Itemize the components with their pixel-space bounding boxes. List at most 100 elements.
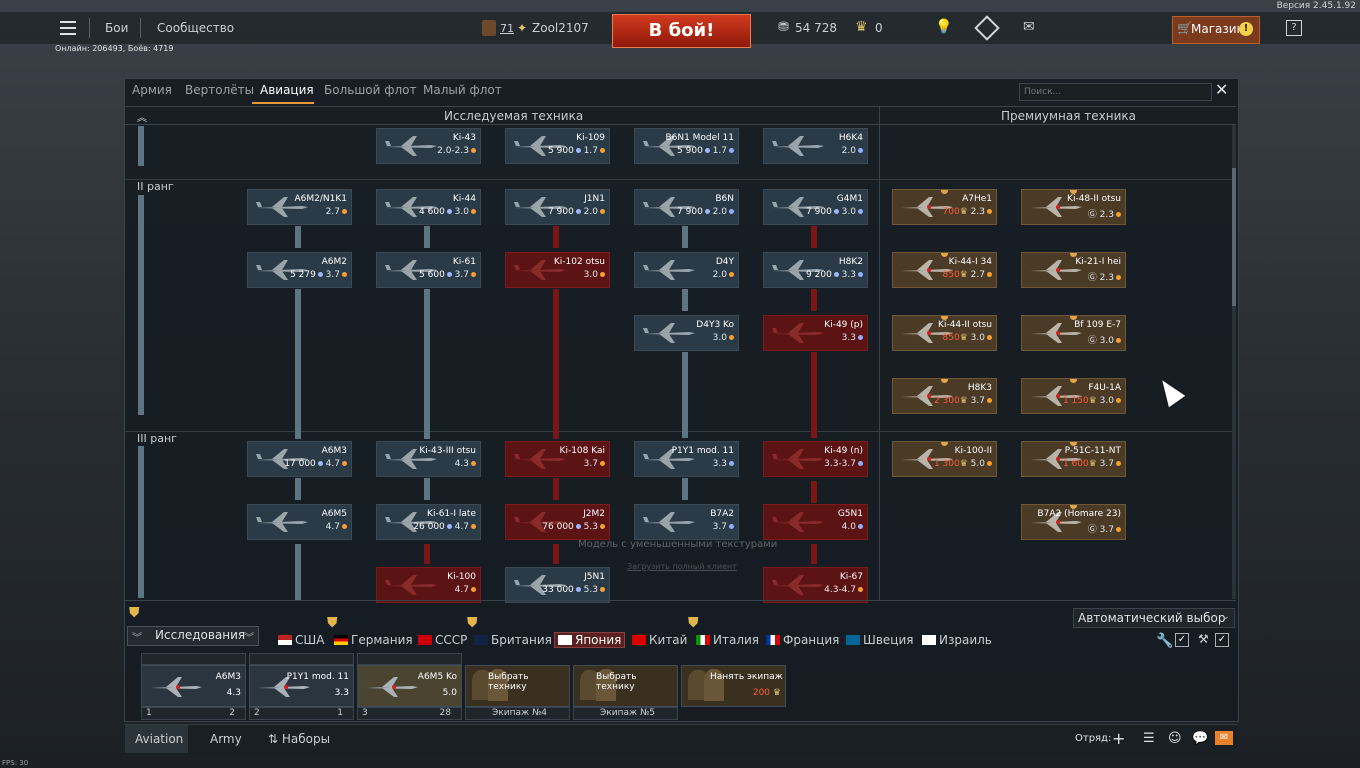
tab-helicopters[interactable]: Вертолёты [185, 83, 254, 97]
check-icon[interactable]: ✓ [1175, 633, 1189, 647]
vehicle-card[interactable]: Ki-44 4 600 3.0 [376, 189, 481, 225]
premium-vehicle-card[interactable]: B7A2 (Homare 23) Ⓖ 3.7 [1021, 504, 1126, 540]
tab-coastal-fleet[interactable]: Малый флот [423, 83, 502, 97]
vehicle-card[interactable]: H8K2 9 200 3.3 [763, 252, 868, 288]
scrollbar-thumb[interactable] [1232, 168, 1236, 306]
player-name[interactable]: Zool2107 [532, 21, 589, 35]
avatar[interactable] [482, 20, 496, 36]
wrench-icon[interactable]: 🔧 [1156, 633, 1173, 649]
vehicle-card[interactable]: Ki-61 5 600 3.7 [376, 252, 481, 288]
shop-button[interactable]: 🛒 Магазин ! [1172, 16, 1260, 44]
premium-vehicle-card[interactable]: A7He1 700♛ 2.3 [892, 189, 997, 225]
country-tab[interactable]: Британия [474, 633, 552, 647]
search-input[interactable]: Поиск... [1019, 83, 1212, 101]
vehicle-card[interactable]: Ki-108 Kai 3.7 [505, 441, 610, 477]
vehicle-name: Ki-44-II otsu [938, 320, 992, 330]
presets-button[interactable]: ⇅ Наборы [268, 732, 330, 746]
country-tab[interactable]: СССР [418, 633, 467, 647]
battle-button[interactable]: В бой! [612, 14, 751, 48]
crew-slot[interactable]: Выбрать технику [573, 665, 678, 707]
crew-slot[interactable]: A6M3 4.3 [141, 665, 246, 707]
premium-vehicle-card[interactable]: Bf 109 E-7 Ⓖ 3.0 [1021, 315, 1126, 351]
premium-vehicle-card[interactable]: Ki-44-II otsu 850♛ 3.0 [892, 315, 997, 351]
vehicle-name: Ki-61 [452, 257, 476, 267]
flag-icon [558, 635, 572, 645]
vehicle-card[interactable]: B7A2 3.7 [634, 504, 739, 540]
vehicle-card[interactable]: B6N1 Model 11 5 900 1.7 [634, 128, 739, 164]
menu-icon[interactable] [60, 21, 76, 35]
premium-vehicle-card[interactable]: P-51C-11-NT 1 600♛ 3.7 [1021, 441, 1126, 477]
premium-vehicle-card[interactable]: F4U-1A 1 150♛ 3.0 [1021, 378, 1126, 414]
country-tab[interactable]: Китай [632, 633, 687, 647]
vehicle-card[interactable]: Ki-43 2.0-2.3 [376, 128, 481, 164]
vehicle-card[interactable]: A6M2/N1K1 2.7 [247, 189, 352, 225]
country-tab[interactable]: США [278, 633, 324, 647]
close-icon[interactable]: ✕ [1215, 80, 1228, 99]
crew-slot[interactable]: A6M5 Ko 5.0 [357, 665, 462, 707]
vehicle-card[interactable]: D4Y 2.0 [634, 252, 739, 288]
vehicle-card[interactable]: Ki-102 otsu 3.0 [505, 252, 610, 288]
help-icon[interactable]: ? [1286, 20, 1302, 36]
download-full-client-link[interactable]: Загрузить полный клиент [627, 562, 737, 571]
crew-slot[interactable]: Выбрать технику [465, 665, 570, 707]
tab-aviation-preset[interactable]: Aviation [125, 725, 188, 753]
nav-battles[interactable]: Бои [105, 21, 128, 35]
vehicle-card[interactable]: Ki-109 5 900 1.7 [505, 128, 610, 164]
coupon-icon[interactable]: ✉ [1023, 19, 1035, 35]
vehicle-card[interactable]: Ki-43-III otsu 4.3 [376, 441, 481, 477]
vehicle-card[interactable]: P1Y1 mod. 11 3.3 [634, 441, 739, 477]
vehicle-card[interactable]: Ki-61-I late 26 000 4.7 [376, 504, 481, 540]
tab-army-preset[interactable]: Army [210, 732, 242, 746]
repair-all-icon[interactable]: ⚒ [1198, 632, 1209, 646]
vehicle-card[interactable]: B6N 7 900 2.0 [634, 189, 739, 225]
slot-br: 4.3 [226, 688, 241, 698]
aircraft-icon [256, 512, 308, 532]
crew-slot[interactable]: Нанять экипаж 200 ♛ [681, 665, 786, 707]
add-squad-icon[interactable]: + [1112, 729, 1125, 748]
premium-icon [941, 190, 948, 194]
country-tab[interactable]: Германия [334, 633, 413, 647]
premium-vehicle-card[interactable]: Ki-48-II otsu Ⓖ 2.3 [1021, 189, 1126, 225]
country-tab[interactable]: Израиль [922, 633, 992, 647]
country-tab[interactable]: Франция [766, 633, 839, 647]
flag-icon [418, 635, 432, 645]
vehicle-card[interactable]: G5N1 4.0 [763, 504, 868, 540]
crew-slot[interactable]: P1Y1 mod. 11 3.3 [249, 665, 354, 707]
vehicle-card[interactable]: A6M5 4.7 [247, 504, 352, 540]
tab-aviation[interactable]: Авиация [260, 83, 314, 97]
list-icon[interactable]: ☰ [1143, 731, 1155, 746]
vehicle-card[interactable]: J1N1 7 900 2.0 [505, 189, 610, 225]
vehicle-card[interactable]: Ki-100 4.7 [376, 567, 481, 603]
nav-community[interactable]: Сообщество [157, 21, 234, 35]
tab-bluewater-fleet[interactable]: Большой флот [324, 83, 417, 97]
chat-icon[interactable]: 💬 [1192, 731, 1208, 746]
premium-vehicle-card[interactable]: H8K3 2 300♛ 3.7 [892, 378, 997, 414]
vehicle-card[interactable]: Ki-67 4.3-4.7 [763, 567, 868, 603]
rank-3-header[interactable]: III ранг [137, 432, 177, 445]
country-tab[interactable]: Швеция [846, 633, 913, 647]
vehicle-card[interactable]: A6M2 5 279 3.7 [247, 252, 352, 288]
auto-select-dropdown[interactable]: Автоматический выбор ⌄ [1073, 608, 1235, 628]
auto-select-label: Автоматический выбор [1078, 611, 1226, 625]
premium-vehicle-card[interactable]: Ki-21-I hei Ⓖ 2.3 [1021, 252, 1126, 288]
collapse-icon[interactable]: ︽ [137, 109, 147, 124]
vehicle-card[interactable]: Ki-49 (p) 3.3 [763, 315, 868, 351]
country-tab[interactable]: Италия [696, 633, 759, 647]
research-button[interactable]: Исследования ︾ ︾ [127, 626, 259, 646]
country-tab[interactable]: Япония [553, 632, 626, 648]
mail-icon[interactable]: ✉ [1215, 731, 1233, 745]
rank-2-header[interactable]: II ранг [137, 180, 174, 193]
vehicle-card[interactable]: A6M3 17 000 4.7 [247, 441, 352, 477]
vehicle-card[interactable]: G4M1 7 900 3.0 [763, 189, 868, 225]
tab-army[interactable]: Армия [132, 83, 172, 97]
vehicle-card[interactable]: J2M2 76 000 5.3 [505, 504, 610, 540]
vehicle-card[interactable]: Ki-49 (n) 3.3-3.7 [763, 441, 868, 477]
premium-vehicle-card[interactable]: Ki-100-II 1 300♛ 5.0 [892, 441, 997, 477]
premium-vehicle-card[interactable]: Ki-44-I 34 850♛ 2.7 [892, 252, 997, 288]
vehicle-card[interactable]: J5N1 33 000 5.3 [505, 567, 610, 603]
contacts-icon[interactable]: ☺ [1168, 731, 1182, 746]
lightbulb-icon[interactable]: 💡 [935, 19, 952, 35]
vehicle-card[interactable]: H6K4 2.0 [763, 128, 868, 164]
check-icon-2[interactable]: ✓ [1215, 633, 1229, 647]
vehicle-card[interactable]: D4Y3 Ko 3.0 [634, 315, 739, 351]
